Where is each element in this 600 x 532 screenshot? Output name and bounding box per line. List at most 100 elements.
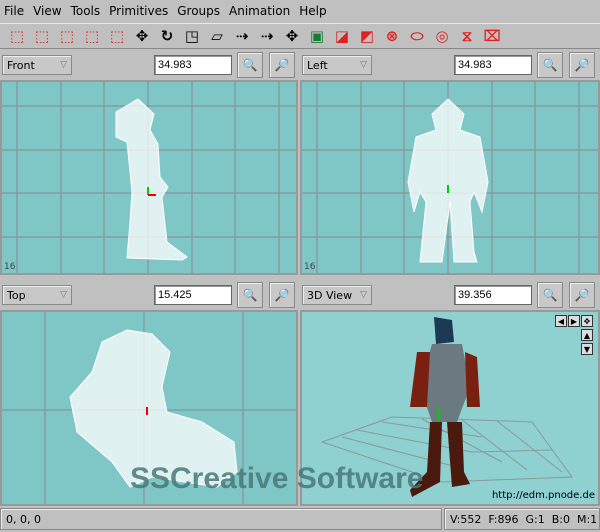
create-geosphere-icon: ◎ <box>435 27 449 45</box>
arrow-right-icon: ▶ <box>570 316 578 326</box>
menu-bar: File View Tools Primitives Groups Animat… <box>0 0 600 21</box>
zoom-out-icon: 🔎 <box>574 288 590 302</box>
view-select-top[interactable]: Top ▽ <box>2 285 72 305</box>
menu-help[interactable]: Help <box>299 4 326 18</box>
create-cylinder-button[interactable]: ⬭ <box>406 25 428 47</box>
rotate-left-button[interactable]: ◀ <box>555 315 567 327</box>
left-wireframe <box>302 82 598 273</box>
zoom-in-icon: 🔍 <box>242 288 258 302</box>
create-plane-icon: ◪ <box>334 27 350 45</box>
view-select-left[interactable]: Left ▽ <box>302 55 372 75</box>
left-view-header: Left ▽ 🔍 🔎 <box>302 52 598 78</box>
front-viewport[interactable]: 16 <box>0 80 298 275</box>
rotate-icon: ↻ <box>160 27 174 45</box>
view-image-icon: ▣ <box>309 27 325 45</box>
create-plane-button[interactable]: ◪ <box>331 25 353 47</box>
zoom-in-icon: 🔍 <box>242 58 258 72</box>
move-view-button[interactable]: ✥ <box>281 25 303 47</box>
move-button[interactable]: ✥ <box>131 25 153 47</box>
create-pyramid-icon: ⧖ <box>461 27 473 45</box>
create-pyramid-button[interactable]: ⧖ <box>456 25 478 47</box>
grid-scale-label: 16 <box>304 262 316 272</box>
zoom-out-icon: 🔎 <box>274 58 290 72</box>
extrude-button[interactable]: ⇢ <box>256 25 278 47</box>
arrow-down-icon: ▼ <box>583 344 591 354</box>
move-view-icon: ✥ <box>285 27 299 45</box>
scale-button[interactable]: ◳ <box>181 25 203 47</box>
dropdown-icon: ▽ <box>60 290 67 300</box>
dropdown-icon: ▽ <box>360 60 367 70</box>
view-label: Left <box>307 58 328 72</box>
front-view-header: Front ▽ 🔍 🔎 <box>2 52 298 78</box>
zoom-in-icon: 🔍 <box>542 288 558 302</box>
select-groups-icon: ⬚ <box>59 27 75 45</box>
create-sphere-icon: ⊗ <box>385 27 399 45</box>
zoom-input-top[interactable] <box>154 285 232 305</box>
zoom-out-button[interactable]: 🔎 <box>569 52 595 78</box>
view-select-3d[interactable]: 3D View ▽ <box>302 285 372 305</box>
status-stats: V:552 F:896 G:1 B:0 M:1 <box>444 508 600 530</box>
select-bones-button[interactable]: ⬚ <box>106 25 128 47</box>
create-cylinder-icon: ⬭ <box>410 27 424 45</box>
menu-tools[interactable]: Tools <box>71 4 101 18</box>
select-objects-button[interactable]: ⬚ <box>81 25 103 47</box>
watermark: SSCreative Software <box>130 462 424 495</box>
front-wireframe <box>2 82 296 273</box>
zoom-in-button[interactable]: 🔍 <box>237 282 263 308</box>
select-vertices-button[interactable]: ⬚ <box>6 25 28 47</box>
zoom-input-left[interactable] <box>454 55 532 75</box>
zoom-in-button[interactable]: 🔍 <box>537 52 563 78</box>
arrow-left-icon: ◀ <box>557 316 565 326</box>
status-coords: 0, 0, 0 <box>0 508 442 530</box>
select-faces-button[interactable]: ⬚ <box>31 25 53 47</box>
move-icon: ✥ <box>135 27 149 45</box>
create-cube-button[interactable]: ◩ <box>356 25 378 47</box>
rotate-right-button[interactable]: ▶ <box>568 315 580 327</box>
select-objects-icon: ⬚ <box>84 27 100 45</box>
create-geosphere-button[interactable]: ◎ <box>431 25 453 47</box>
zoom-in-button[interactable]: 🔍 <box>537 282 563 308</box>
create-bone-button[interactable]: ⌧ <box>481 25 503 47</box>
rotate-up-button[interactable]: ▲ <box>581 329 593 341</box>
view-label: Front <box>7 58 35 72</box>
rotate-down-button[interactable]: ▼ <box>581 343 593 355</box>
menu-groups[interactable]: Groups <box>177 4 220 18</box>
zoom-in-icon: 🔍 <box>542 58 558 72</box>
zoom-input-front[interactable] <box>154 55 232 75</box>
view-select-front[interactable]: Front ▽ <box>2 55 72 75</box>
3d-view-header: 3D View ▽ 🔍 🔎 <box>302 282 598 308</box>
menu-file[interactable]: File <box>4 4 24 18</box>
zoom-out-button[interactable]: 🔎 <box>569 282 595 308</box>
select-bones-icon: ⬚ <box>109 27 125 45</box>
view-label: Top <box>7 288 26 302</box>
arrow-up-icon: ▲ <box>583 330 591 340</box>
zoom-in-button[interactable]: 🔍 <box>237 52 263 78</box>
move-icon: ✥ <box>583 316 591 326</box>
rotate-button[interactable]: ↻ <box>156 25 178 47</box>
create-sphere-button[interactable]: ⊗ <box>381 25 403 47</box>
menu-animation[interactable]: Animation <box>229 4 290 18</box>
create-cube-icon: ◩ <box>359 27 375 45</box>
zoom-out-icon: 🔎 <box>274 288 290 302</box>
grid-scale-label: 16 <box>4 262 16 272</box>
url-label: http://edm.pnode.de <box>491 490 595 501</box>
shear-button[interactable]: ▱ <box>206 25 228 47</box>
scale-icon: ◳ <box>184 27 200 45</box>
select-faces-icon: ⬚ <box>34 27 50 45</box>
menu-primitives[interactable]: Primitives <box>109 4 168 18</box>
pan-button[interactable]: ✥ <box>581 315 593 327</box>
select-vertices-icon: ⬚ <box>9 27 25 45</box>
view-image-button[interactable]: ▣ <box>306 25 328 47</box>
extrude-icon: ⇢ <box>260 27 274 45</box>
view-label: 3D View <box>307 288 353 302</box>
shear-icon: ▱ <box>211 27 223 45</box>
dropdown-icon: ▽ <box>360 290 367 300</box>
zoom-input-3d[interactable] <box>454 285 532 305</box>
zoom-out-button[interactable]: 🔎 <box>269 52 295 78</box>
dropdown-icon: ▽ <box>60 60 67 70</box>
select-groups-button[interactable]: ⬚ <box>56 25 78 47</box>
menu-view[interactable]: View <box>33 4 61 18</box>
zoom-out-button[interactable]: 🔎 <box>269 282 295 308</box>
flip-button[interactable]: ⇢ <box>231 25 253 47</box>
left-viewport[interactable]: 16 <box>300 80 600 275</box>
